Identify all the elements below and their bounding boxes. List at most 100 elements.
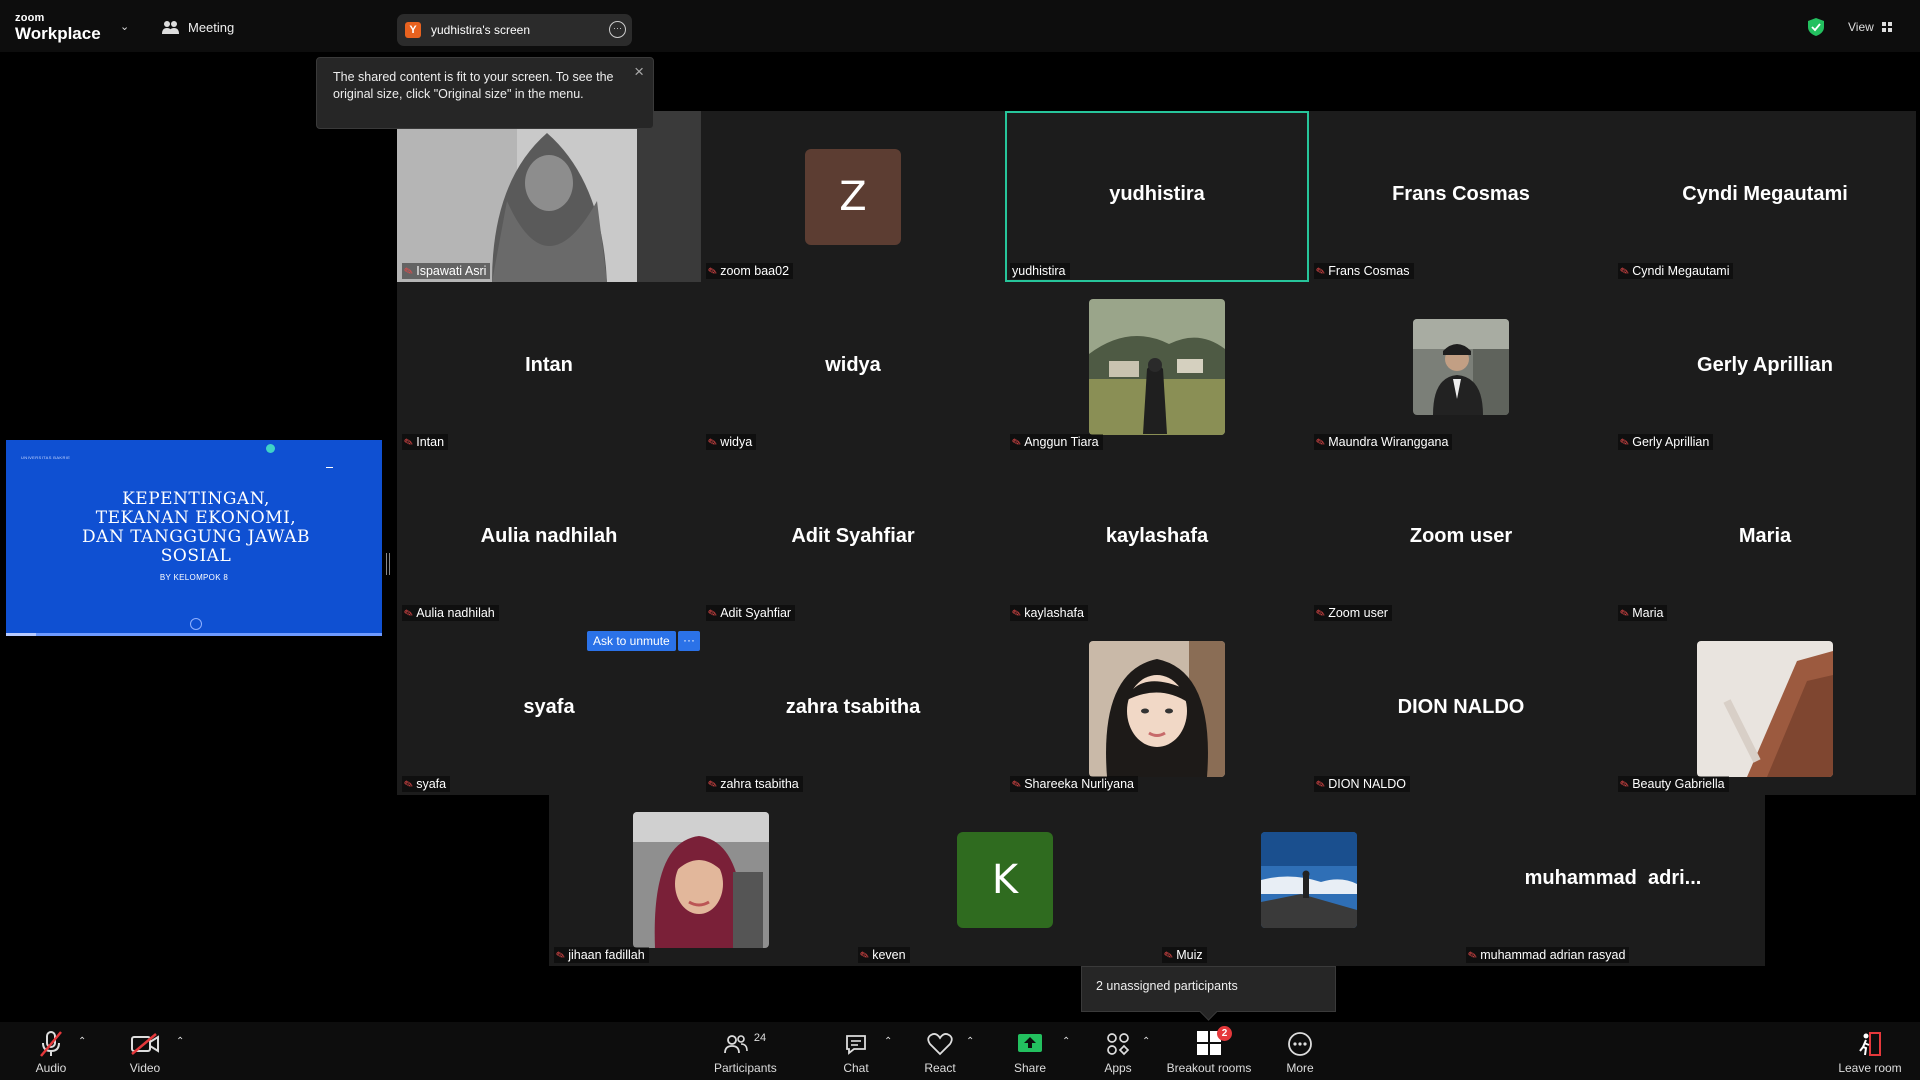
leave-room-icon xyxy=(1859,1032,1881,1056)
participant-tile[interactable]: ✎ Maundra Wiranggana xyxy=(1309,282,1613,453)
shared-screen-view[interactable]: UNIVERSITAS BAKRIE KEPENTINGAN, TEKANAN … xyxy=(6,440,382,636)
fit-screen-tooltip: The shared content is fit to your screen… xyxy=(316,57,654,129)
participant-tile-active-speaker[interactable]: yudhistira yudhistira xyxy=(1005,111,1309,282)
participant-name-label: ✎ widya xyxy=(706,434,757,450)
participant-tile[interactable]: Gerly Aprillian ✎ Gerly Aprillian xyxy=(1613,282,1917,453)
participant-display-name: Aulia nadhilah xyxy=(480,525,618,547)
participant-tile[interactable]: muhammad adri... ✎ muhammad adrian rasyad xyxy=(1461,795,1765,966)
participant-name: DION NALDO xyxy=(1328,777,1407,791)
react-button[interactable]: React xyxy=(920,1030,960,1075)
participant-tile[interactable]: Z ✎ zoom baa02 xyxy=(701,111,1005,282)
security-shield-icon[interactable] xyxy=(1808,18,1824,36)
participant-tile[interactable]: ✎ Shareeka Nurliyana xyxy=(1005,624,1309,795)
participant-name-label: ✎ Beauty Gabriella xyxy=(1618,776,1729,792)
participant-tile[interactable]: Maria ✎ Maria xyxy=(1613,453,1917,624)
participant-tile[interactable]: widya ✎ widya xyxy=(701,282,1005,453)
breakout-rooms-button[interactable]: 2 Breakout rooms xyxy=(1164,1025,1254,1075)
participant-name: widya xyxy=(720,435,753,449)
muted-mic-icon: ✎ xyxy=(1314,777,1327,792)
participant-name-label: ✎ Maundra Wiranggana xyxy=(1314,434,1453,450)
participant-name-label: ✎ Gerly Aprillian xyxy=(1618,434,1714,450)
muted-mic-icon: ✎ xyxy=(1466,948,1479,963)
leave-room-button[interactable]: Leave room xyxy=(1834,1030,1906,1075)
muted-mic-icon: ✎ xyxy=(706,606,719,621)
participant-tile[interactable]: Frans Cosmas ✎ Frans Cosmas xyxy=(1309,111,1613,282)
muted-mic-icon: ✎ xyxy=(1618,606,1631,621)
participant-name-label: ✎ Muiz xyxy=(1162,947,1207,963)
participant-tile[interactable]: Cyndi Megautami ✎ Cyndi Megautami xyxy=(1613,111,1917,282)
participant-tile[interactable]: ✎ Muiz xyxy=(1157,795,1461,966)
chat-label: Chat xyxy=(843,1061,869,1075)
apps-button[interactable]: Apps xyxy=(1098,1030,1138,1075)
participant-name-label: ✎ kaylashafa xyxy=(1010,605,1088,621)
participant-tile[interactable]: ✎ Beauty Gabriella xyxy=(1613,624,1917,795)
participant-display-name: Gerly Aprillian xyxy=(1697,354,1833,376)
muted-mic-icon: ✎ xyxy=(706,264,719,279)
view-button[interactable]: View xyxy=(1848,20,1892,34)
muted-mic-icon: ✎ xyxy=(1314,264,1327,279)
logo-line2: Workplace xyxy=(15,24,101,43)
chat-button[interactable]: Chat xyxy=(836,1030,876,1075)
apps-options-caret-icon[interactable]: ⌃ xyxy=(1142,1036,1150,1047)
participant-tile[interactable]: zahra tsabitha ✎ zahra tsabitha xyxy=(701,624,1005,795)
participant-display-name: Cyndi Megautami xyxy=(1682,183,1848,205)
ask-to-unmute-button[interactable]: Ask to unmute xyxy=(587,631,676,651)
video-options-caret-icon[interactable]: ⌃ xyxy=(176,1036,184,1047)
unassigned-participants-tooltip[interactable]: 2 unassigned participants xyxy=(1081,966,1336,1012)
participant-tile[interactable]: DION NALDO ✎ DION NALDO xyxy=(1309,624,1613,795)
participant-more-button[interactable]: ··· xyxy=(678,631,700,651)
participant-name: Ispawati Asri xyxy=(416,264,487,278)
participant-tile[interactable]: kaylashafa ✎ kaylashafa xyxy=(1005,453,1309,624)
participants-button[interactable]: 24 Participants xyxy=(714,1030,777,1075)
meeting-button[interactable]: Meeting xyxy=(162,20,234,35)
apps-label: Apps xyxy=(1104,1061,1132,1075)
muted-mic-icon: ✎ xyxy=(402,435,415,450)
participant-tile[interactable]: ✎ jihaan fadillah xyxy=(549,795,853,966)
participant-tile[interactable]: Zoom user ✎ Zoom user xyxy=(1309,453,1613,624)
participant-tile[interactable]: ✎ Ispawati Asri xyxy=(397,111,701,282)
participant-name-label: ✎ Maria xyxy=(1618,605,1668,621)
participant-profile-photo xyxy=(633,812,769,948)
participant-avatar: Z xyxy=(805,149,901,245)
people-icon xyxy=(162,21,179,34)
muted-mic-icon: ✎ xyxy=(402,777,415,792)
panel-resize-handle[interactable] xyxy=(386,553,390,575)
audio-options-caret-icon[interactable]: ⌃ xyxy=(78,1036,86,1047)
share-button[interactable]: Share xyxy=(1010,1030,1050,1075)
slide-title-line: KEPENTINGAN, xyxy=(122,489,270,509)
participant-profile-photo xyxy=(1089,299,1225,435)
share-options-caret-icon[interactable]: ⌃ xyxy=(1062,1036,1070,1047)
participant-display-name: zahra tsabitha xyxy=(785,696,921,718)
participant-tile[interactable]: Aulia nadhilah ✎ Aulia nadhilah xyxy=(397,453,701,624)
shared-screen-pill[interactable]: Y yudhistira's screen ··· xyxy=(397,14,632,46)
meeting-label: Meeting xyxy=(188,20,235,35)
react-options-caret-icon[interactable]: ⌃ xyxy=(966,1036,974,1047)
participant-name-label: ✎ Zoom user xyxy=(1314,605,1392,621)
close-icon[interactable]: × xyxy=(634,62,644,82)
chat-options-caret-icon[interactable]: ⌃ xyxy=(884,1036,892,1047)
participant-name: Beauty Gabriella xyxy=(1632,777,1725,791)
more-button[interactable]: More xyxy=(1280,1030,1320,1075)
leave-room-label: Leave room xyxy=(1838,1061,1902,1075)
participant-name: Muiz xyxy=(1176,948,1203,962)
more-options-icon[interactable]: ··· xyxy=(609,21,626,38)
participant-name-label: ✎ jihaan fadillah xyxy=(554,947,649,963)
participant-display-name: yudhistira xyxy=(1109,183,1205,205)
chevron-down-icon[interactable]: ⌄ xyxy=(120,20,129,33)
tooltip-text: The shared content is fit to your screen… xyxy=(333,70,614,101)
react-label: React xyxy=(924,1061,956,1075)
participant-tile[interactable]: ✎ Anggun Tiara xyxy=(1005,282,1309,453)
participant-tile[interactable]: Intan ✎ Intan xyxy=(397,282,701,453)
muted-mic-icon: ✎ xyxy=(402,606,415,621)
participant-tile[interactable]: Adit Syahfiar ✎ Adit Syahfiar xyxy=(701,453,1005,624)
audio-button[interactable]: Audio xyxy=(30,1030,72,1075)
zoom-workplace-logo[interactable]: zoom Workplace xyxy=(15,13,101,43)
participant-display-name: syafa xyxy=(523,696,575,718)
participant-name: Cyndi Megautami xyxy=(1632,264,1730,278)
participant-name: keven xyxy=(872,948,906,962)
video-button[interactable]: Video xyxy=(125,1030,165,1075)
participant-name: yudhistira xyxy=(1012,264,1066,278)
heart-icon xyxy=(927,1033,953,1056)
share-label: Share xyxy=(1013,1061,1047,1075)
participant-tile[interactable]: K ✎ keven xyxy=(853,795,1157,966)
